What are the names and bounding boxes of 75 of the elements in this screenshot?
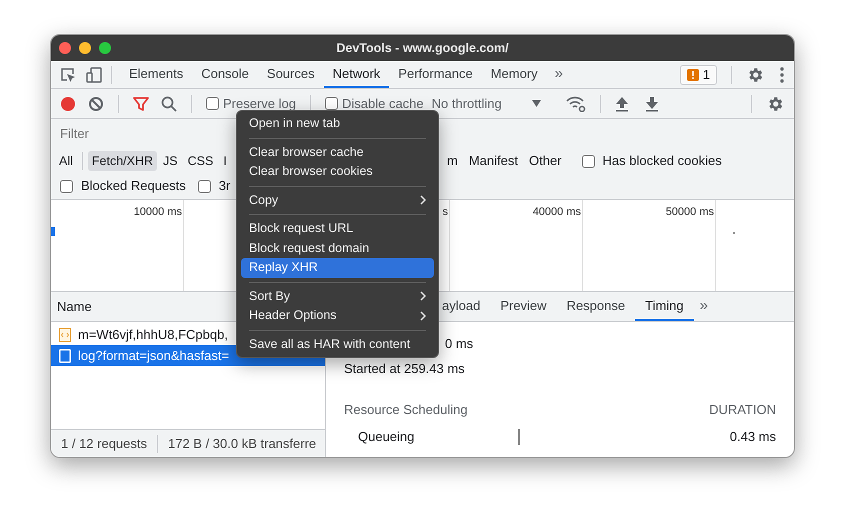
more-tabs-button[interactable]: » bbox=[694, 295, 708, 318]
time-tick-label: 10000 ms bbox=[134, 206, 182, 218]
timing-text: Started at 259.43 ms bbox=[344, 360, 465, 378]
blocked-requests-label: Blocked Requests bbox=[81, 177, 186, 196]
disable-cache-checkbox[interactable] bbox=[324, 97, 338, 110]
issues-button[interactable]: 1 bbox=[680, 64, 717, 84]
menu-item[interactable]: Copy bbox=[241, 190, 434, 210]
time-tick-label: 40000 ms bbox=[532, 206, 581, 218]
panel-tab[interactable]: Memory bbox=[482, 61, 547, 88]
time-tick-label: s bbox=[442, 206, 448, 218]
clear-icon[interactable] bbox=[88, 96, 104, 112]
record-button[interactable] bbox=[60, 96, 76, 112]
timing-label: Queueing bbox=[357, 428, 416, 446]
chevron-right-icon bbox=[420, 310, 426, 321]
menu-item[interactable]: Block request URL bbox=[241, 219, 434, 238]
window-title: DevTools - www.google.com/ bbox=[336, 40, 509, 57]
third-party-label: 3r bbox=[218, 177, 230, 196]
menu-item[interactable]: Header Options bbox=[241, 306, 434, 326]
menu-item[interactable]: Open in new tab bbox=[241, 114, 434, 134]
panel-tab[interactable]: Performance bbox=[389, 61, 482, 88]
script-file-icon bbox=[59, 328, 71, 342]
document-icon bbox=[59, 348, 71, 362]
chevron-right-icon bbox=[420, 195, 426, 206]
column-header: Name bbox=[57, 298, 92, 316]
type-filter[interactable]: Fetch/XHR bbox=[88, 150, 158, 172]
caret-icon bbox=[532, 100, 541, 107]
panel-tab[interactable]: Sources bbox=[258, 61, 324, 88]
type-filter[interactable]: JS bbox=[159, 150, 182, 172]
filter-icon[interactable] bbox=[133, 96, 149, 112]
preserve-log-label: Preserve log bbox=[223, 94, 296, 113]
panel-tab[interactable]: Elements bbox=[120, 61, 192, 88]
wifi-settings-icon[interactable] bbox=[566, 96, 586, 112]
menu-item[interactable]: Clear browser cache bbox=[241, 142, 434, 162]
request-count: 1 / 12 requests bbox=[60, 434, 148, 453]
download-icon[interactable] bbox=[644, 96, 659, 112]
warning-icon bbox=[686, 68, 699, 80]
menu-item[interactable]: Sort By bbox=[241, 286, 434, 306]
type-filter[interactable]: m bbox=[443, 150, 462, 172]
more-options-icon[interactable] bbox=[780, 66, 784, 82]
section-title: Resource Scheduling bbox=[344, 401, 468, 419]
detail-tab[interactable]: Response bbox=[556, 292, 636, 321]
minimize-button[interactable] bbox=[79, 42, 91, 54]
device-icon[interactable] bbox=[85, 66, 103, 84]
panel-tab[interactable]: Console bbox=[192, 61, 258, 88]
timing-value: 0.43 ms bbox=[730, 428, 776, 446]
detail-tab[interactable]: Timing bbox=[635, 292, 694, 321]
upload-icon[interactable] bbox=[614, 96, 629, 112]
blocked-requests-checkbox[interactable] bbox=[60, 180, 73, 192]
transferred-size: 172 B / 30.0 kB transferre bbox=[167, 434, 316, 453]
type-filter[interactable]: All bbox=[55, 150, 77, 172]
time-tick-label: 50000 ms bbox=[666, 206, 714, 218]
filter-field[interactable]: Filter bbox=[58, 123, 228, 145]
type-filter[interactable]: Other bbox=[524, 150, 566, 172]
third-party-checkbox[interactable] bbox=[198, 180, 211, 192]
menu-item[interactable]: Block request domain bbox=[241, 238, 434, 258]
zoom-button[interactable] bbox=[99, 42, 111, 54]
request-bar bbox=[51, 227, 55, 236]
menu-item[interactable]: Clear browser cookies bbox=[241, 162, 434, 182]
more-tabs-button[interactable]: » bbox=[554, 63, 564, 86]
menu-item[interactable]: Replay XHR bbox=[241, 258, 434, 278]
column-header: DURATION bbox=[709, 401, 776, 419]
throttling-dropdown[interactable]: No throttling bbox=[432, 94, 550, 114]
search-icon[interactable] bbox=[161, 96, 177, 112]
has-blocked-cookies-label: Has blocked cookies bbox=[602, 152, 722, 170]
type-filter[interactable]: I bbox=[219, 150, 231, 172]
inspect-icon[interactable] bbox=[59, 66, 77, 84]
type-filter[interactable]: CSS bbox=[184, 150, 218, 172]
has-blocked-cookies-checkbox[interactable] bbox=[582, 154, 594, 168]
disable-cache-label: Disable cache bbox=[342, 94, 424, 113]
type-filter[interactable]: Manifest bbox=[464, 150, 522, 172]
close-button[interactable] bbox=[59, 42, 71, 54]
chevron-right-icon bbox=[420, 291, 426, 302]
timing-text: 0 ms bbox=[445, 335, 474, 353]
preserve-log-checkbox[interactable] bbox=[206, 97, 219, 110]
detail-tab[interactable]: Preview bbox=[490, 292, 557, 321]
